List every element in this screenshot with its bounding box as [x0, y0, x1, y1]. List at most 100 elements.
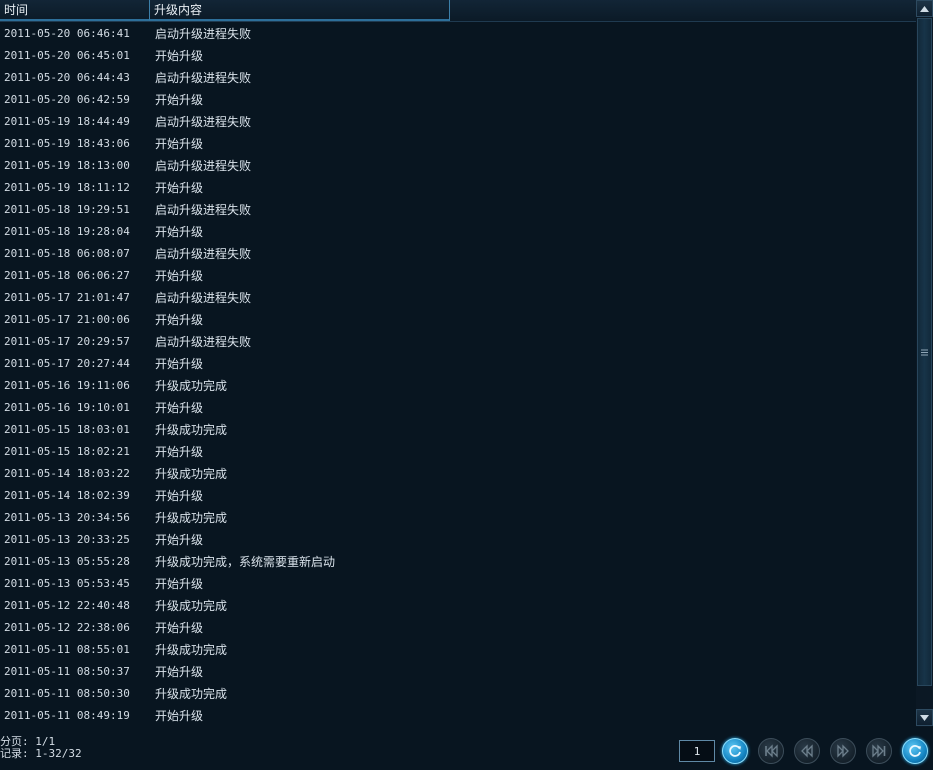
scroll-down-button[interactable]: [916, 709, 933, 726]
previous-page-icon: [801, 744, 813, 758]
scroll-up-button[interactable]: [916, 0, 933, 17]
table-row[interactable]: 2011-05-18 19:28:04 开始升级: [0, 221, 916, 243]
pagination-footer: 分页: 1/1 记录: 1-32/32: [0, 727, 933, 770]
row-time: 2011-05-17 21:01:47: [4, 291, 130, 304]
row-time: 2011-05-20 06:44:43: [4, 71, 130, 84]
row-time: 2011-05-18 06:06:27: [4, 269, 130, 282]
column-header-time[interactable]: 时间: [0, 0, 149, 21]
row-time: 2011-05-15 18:02:21: [4, 445, 130, 458]
row-content: 开始升级: [155, 621, 204, 635]
row-content: 开始升级: [155, 181, 204, 195]
table-row[interactable]: 2011-05-13 05:53:45 开始升级: [0, 573, 916, 595]
scroll-thumb[interactable]: [917, 18, 932, 686]
table-row[interactable]: 2011-05-16 19:11:06 升级成功完成: [0, 375, 916, 397]
chevron-up-icon: [920, 6, 929, 12]
row-time: 2011-05-11 08:50:30: [4, 687, 130, 700]
table-row[interactable]: 2011-05-18 06:06:27 开始升级: [0, 265, 916, 287]
table-row[interactable]: 2011-05-19 18:11:12 开始升级: [0, 177, 916, 199]
previous-page-button[interactable]: [794, 738, 820, 764]
upgrade-log-window: 时间 升级内容 2011-05-20 06:46:41 启动升级进程失败 2011-…: [0, 0, 933, 770]
row-time: 2011-05-11 08:50:37: [4, 665, 130, 678]
row-time: 2011-05-17 21:00:06: [4, 313, 130, 326]
row-content: 启动升级进程失败: [155, 115, 252, 129]
table-row[interactable]: 2011-05-16 19:10:01 开始升级: [0, 397, 916, 419]
log-table-body: 2011-05-20 06:46:41 启动升级进程失败 2011-05-20 06…: [0, 23, 916, 727]
next-page-button[interactable]: [830, 738, 856, 764]
table-row[interactable]: 2011-05-20 06:44:43 启动升级进程失败: [0, 67, 916, 89]
table-row[interactable]: 2011-05-19 18:13:00 启动升级进程失败: [0, 155, 916, 177]
table-row[interactable]: 2011-05-11 08:49:19 开始升级: [0, 705, 916, 727]
table-row[interactable]: 2011-05-13 05:55:28 升级成功完成，系统需要重新启动: [0, 551, 916, 573]
page-number-input[interactable]: [679, 740, 715, 762]
row-time: 2011-05-17 20:29:57: [4, 335, 130, 348]
last-page-button[interactable]: [866, 738, 892, 764]
row-time: 2011-05-15 18:03:01: [4, 423, 130, 436]
record-info: 记录: 1-32/32: [0, 747, 82, 760]
row-time: 2011-05-11 08:49:19: [4, 709, 130, 722]
table-row[interactable]: 2011-05-17 20:29:57 启动升级进程失败: [0, 331, 916, 353]
row-time: 2011-05-14 18:03:22: [4, 467, 130, 480]
row-content: 开始升级: [155, 401, 204, 415]
table-row[interactable]: 2011-05-19 18:44:49 启动升级进程失败: [0, 111, 916, 133]
row-content: 开始升级: [155, 93, 204, 107]
table-header: 时间 升级内容: [0, 0, 916, 22]
row-content: 升级成功完成: [155, 643, 228, 657]
table-row[interactable]: 2011-05-17 21:01:47 启动升级进程失败: [0, 287, 916, 309]
table-row[interactable]: 2011-05-20 06:42:59 开始升级: [0, 89, 916, 111]
row-content: 升级成功完成: [155, 511, 228, 525]
row-time: 2011-05-13 05:53:45: [4, 577, 130, 590]
table-row[interactable]: 2011-05-11 08:50:30 升级成功完成: [0, 683, 916, 705]
row-content: 升级成功完成: [155, 687, 228, 701]
table-row[interactable]: 2011-05-15 18:03:01 升级成功完成: [0, 419, 916, 441]
table-row[interactable]: 2011-05-19 18:43:06 开始升级: [0, 133, 916, 155]
row-time: 2011-05-16 19:10:01: [4, 401, 130, 414]
row-time: 2011-05-11 08:55:01: [4, 643, 130, 656]
row-time: 2011-05-13 20:34:56: [4, 511, 130, 524]
table-row[interactable]: 2011-05-12 22:40:48 升级成功完成: [0, 595, 916, 617]
row-content: 启动升级进程失败: [155, 203, 252, 217]
table-row[interactable]: 2011-05-13 20:33:25 开始升级: [0, 529, 916, 551]
row-content: 开始升级: [155, 709, 204, 723]
table-row[interactable]: 2011-05-20 06:45:01 开始升级: [0, 45, 916, 67]
refresh-button[interactable]: [902, 738, 928, 764]
table-row[interactable]: 2011-05-11 08:50:37 开始升级: [0, 661, 916, 683]
row-content: 升级成功完成: [155, 379, 228, 393]
row-content: 开始升级: [155, 445, 204, 459]
row-content: 启动升级进程失败: [155, 71, 252, 85]
row-time: 2011-05-16 19:11:06: [4, 379, 130, 392]
table-row[interactable]: 2011-05-13 20:34:56 升级成功完成: [0, 507, 916, 529]
row-time: 2011-05-13 05:55:28: [4, 555, 130, 568]
row-content: 升级成功完成: [155, 467, 228, 481]
row-time: 2011-05-20 06:45:01: [4, 49, 130, 62]
vertical-scrollbar[interactable]: [916, 0, 933, 727]
first-page-button[interactable]: [758, 738, 784, 764]
refresh-icon: [909, 745, 921, 757]
last-page-icon: [872, 744, 886, 758]
row-content: 开始升级: [155, 137, 204, 151]
refresh-icon: [729, 745, 741, 757]
table-row[interactable]: 2011-05-18 19:29:51 启动升级进程失败: [0, 199, 916, 221]
table-row[interactable]: 2011-05-20 06:46:41 启动升级进程失败: [0, 23, 916, 45]
table-row[interactable]: 2011-05-14 18:02:39 开始升级: [0, 485, 916, 507]
table-row[interactable]: 2011-05-11 08:55:01 升级成功完成: [0, 639, 916, 661]
row-time: 2011-05-12 22:40:48: [4, 599, 130, 612]
column-header-content[interactable]: 升级内容: [149, 0, 450, 21]
table-row[interactable]: 2011-05-17 20:27:44 开始升级: [0, 353, 916, 375]
row-time: 2011-05-18 19:28:04: [4, 225, 130, 238]
table-row[interactable]: 2011-05-18 06:08:07 启动升级进程失败: [0, 243, 916, 265]
row-content: 开始升级: [155, 269, 204, 283]
row-content: 启动升级进程失败: [155, 247, 252, 261]
row-content: 启动升级进程失败: [155, 159, 252, 173]
table-row[interactable]: 2011-05-15 18:02:21 开始升级: [0, 441, 916, 463]
row-content: 升级成功完成，系统需要重新启动: [155, 555, 336, 569]
row-time: 2011-05-19 18:11:12: [4, 181, 130, 194]
row-content: 开始升级: [155, 225, 204, 239]
row-content: 启动升级进程失败: [155, 335, 252, 349]
table-row[interactable]: 2011-05-14 18:03:22 升级成功完成: [0, 463, 916, 485]
table-row[interactable]: 2011-05-17 21:00:06 开始升级: [0, 309, 916, 331]
table-row[interactable]: 2011-05-12 22:38:06 开始升级: [0, 617, 916, 639]
row-content: 开始升级: [155, 577, 204, 591]
row-time: 2011-05-19 18:13:00: [4, 159, 130, 172]
go-page-button[interactable]: [722, 738, 748, 764]
grip-icon: [921, 349, 928, 359]
